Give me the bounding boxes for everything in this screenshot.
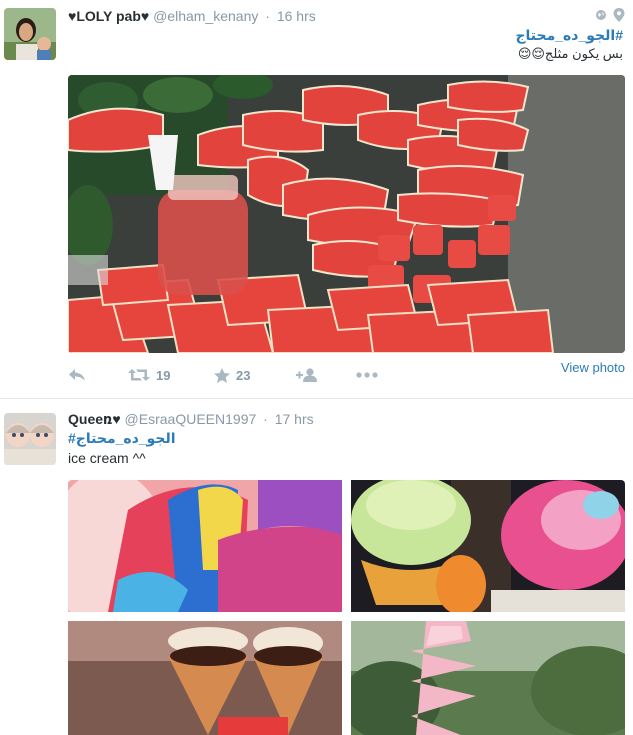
- tweet-photo-chocolate-cones[interactable]: [68, 621, 342, 735]
- follow-icon: [296, 368, 318, 382]
- retweet-button[interactable]: 19: [128, 368, 214, 383]
- tweet-header: ♥LOLY pab♥ @elham_kenany · 16 hrs: [68, 8, 316, 24]
- separator-dot: ·: [265, 8, 270, 24]
- tweet-photo-ice-cream-cones[interactable]: [351, 480, 625, 612]
- hashtag-link[interactable]: #الجو_ده_محتاج: [68, 430, 176, 447]
- tweet-header: Queeռ♥ @EsraaQUEEN1997 · 17 hrs: [68, 411, 314, 428]
- hashtag-link[interactable]: #الجو_ده_محتاج: [515, 27, 623, 44]
- reply-button[interactable]: [68, 368, 128, 382]
- retweet-count: 19: [156, 367, 171, 383]
- follow-button[interactable]: [296, 368, 356, 382]
- fullname[interactable]: Queeռ♥: [68, 411, 121, 427]
- favorite-button[interactable]: 23: [214, 367, 296, 383]
- separator-dot: ·: [263, 411, 268, 427]
- timestamp[interactable]: 16 hrs: [277, 8, 316, 24]
- tweet-photo-watermelon[interactable]: [68, 75, 625, 353]
- tweet-meta-icons: [595, 8, 625, 22]
- avatar[interactable]: [4, 413, 56, 465]
- favorite-count: 23: [236, 367, 251, 383]
- tweet-photo-rainbow-ice-cream[interactable]: [68, 480, 342, 612]
- retweet-icon: [128, 368, 150, 382]
- star-icon: [214, 367, 230, 383]
- more-button[interactable]: [356, 372, 396, 378]
- tweet-photo-soft-serve[interactable]: [351, 621, 625, 735]
- more-icon: [356, 372, 378, 378]
- tweet-actions: 19 23: [68, 365, 396, 385]
- location-pin-icon[interactable]: [613, 8, 625, 22]
- username[interactable]: @elham_kenany: [153, 8, 258, 24]
- timestamp[interactable]: 17 hrs: [275, 411, 314, 427]
- globe-icon[interactable]: [595, 8, 607, 20]
- tweet-text: بس يكون مثلج😌😌: [517, 46, 623, 61]
- tweet-text: ice cream ^^: [68, 450, 146, 466]
- fullname[interactable]: ♥LOLY pab♥: [68, 8, 149, 24]
- view-photo-link[interactable]: View photo: [561, 360, 625, 375]
- reply-icon: [68, 368, 86, 382]
- tweet-divider: [0, 398, 633, 399]
- username[interactable]: @EsraaQUEEN1997: [125, 411, 257, 427]
- avatar[interactable]: [4, 8, 56, 60]
